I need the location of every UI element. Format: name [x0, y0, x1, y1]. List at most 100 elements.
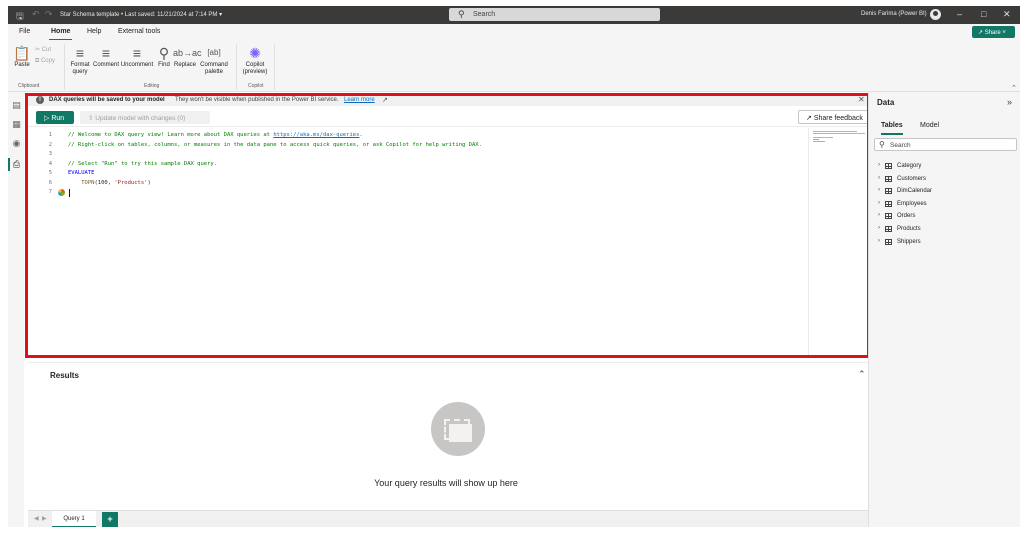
paste-button[interactable]: 📋 Paste: [12, 44, 32, 69]
copilot-group-label: Copilot: [248, 83, 264, 89]
chevron-right-icon[interactable]: ›: [878, 187, 880, 193]
scroll-right-icon[interactable]: ▶: [42, 515, 47, 522]
tab-tables[interactable]: Tables: [881, 122, 903, 135]
chevron-right-icon[interactable]: ›: [878, 162, 880, 168]
data-pane-title: Data: [877, 98, 895, 107]
copilot-label: Copilot (preview): [242, 62, 268, 75]
document-title[interactable]: Star Schema template • Last saved: 11/21…: [60, 11, 222, 18]
close-info-icon[interactable]: ✕: [858, 95, 865, 104]
ribbon-separator: [274, 44, 275, 90]
run-label: Run: [51, 115, 65, 122]
editing-group-label: Editing: [144, 83, 160, 89]
code-line: 2 // Right-click on tables, columns, or m…: [28, 142, 808, 151]
menu-external-tools[interactable]: External tools: [118, 28, 160, 35]
copilot-button[interactable]: ✺ Copilot (preview): [240, 44, 270, 76]
copy-button[interactable]: ⧉ Copy: [35, 58, 55, 65]
close-icon[interactable]: ✕: [1003, 9, 1011, 20]
format-query-icon: ≡: [75, 45, 85, 61]
feedback-icon: ↗: [806, 115, 812, 122]
chevron-down-icon: ˅: [1002, 30, 1006, 36]
view-switcher: ▤ ▦ ◉ ⎙: [8, 92, 24, 527]
add-query-button[interactable]: +: [102, 512, 118, 527]
code-token[interactable]: https://aka.ms/dax-queries: [273, 132, 359, 138]
collapse-results-icon[interactable]: ⌃: [858, 369, 866, 380]
collapse-pane-icon[interactable]: »: [1007, 97, 1012, 107]
comment-button[interactable]: ≡ Comment: [93, 44, 119, 69]
menu-help[interactable]: Help: [87, 28, 101, 35]
tab-query-1[interactable]: Query 1: [52, 511, 96, 527]
minimap-line: [813, 139, 819, 140]
play-icon: ▷: [44, 115, 50, 122]
chevron-right-icon[interactable]: ›: [878, 238, 880, 244]
maximize-icon[interactable]: □: [981, 9, 986, 19]
title-bar: 🖫 ↶ ↷ Star Schema template • Last saved:…: [8, 6, 1020, 24]
line-number: 2: [48, 141, 52, 148]
comment-label: Comment: [93, 62, 120, 68]
learn-more-link[interactable]: Learn more: [344, 97, 375, 103]
data-search-placeholder: Search: [890, 142, 911, 149]
redo-icon[interactable]: ↷: [45, 9, 53, 20]
scroll-left-icon[interactable]: ◀: [34, 515, 39, 522]
line-number: 3: [48, 151, 52, 157]
chevron-right-icon[interactable]: ›: [878, 175, 880, 181]
app-window: 🖫 ↶ ↷ Star Schema template • Last saved:…: [8, 6, 1020, 527]
share-label: Share: [984, 30, 1001, 36]
chevron-right-icon[interactable]: ›: [878, 212, 880, 218]
table-icon: [885, 175, 892, 182]
code-line: 7: [28, 189, 808, 198]
table-name: DimCalendar: [897, 188, 933, 195]
info-bold-text: DAX queries will be saved to your model: [49, 97, 165, 103]
table-name: Products: [897, 226, 921, 232]
text-cursor: [69, 189, 70, 197]
chevron-right-icon[interactable]: ›: [878, 225, 880, 231]
code-token: (100,: [94, 179, 115, 186]
code-token: 'Products': [114, 179, 148, 186]
minimap-line: [813, 141, 825, 142]
menu-home[interactable]: Home: [48, 28, 73, 41]
line-number: 6: [48, 179, 52, 186]
dax-query-view-icon[interactable]: ⎙: [8, 158, 22, 171]
share-feedback-button[interactable]: ↗ Share feedback: [798, 110, 873, 124]
format-query-button[interactable]: ≡ Format query: [68, 44, 92, 76]
undo-icon[interactable]: ↶: [32, 9, 40, 20]
replace-button[interactable]: ab→ac Replace: [173, 44, 202, 69]
copilot-inline-icon[interactable]: [58, 189, 65, 196]
table-view-icon[interactable]: ▦: [11, 119, 22, 130]
line-number: 7: [48, 189, 52, 195]
code-editor[interactable]: 1 // Welcome to DAX query view! Learn mor…: [28, 128, 808, 356]
feedback-label: Share feedback: [813, 115, 863, 122]
avatar[interactable]: [930, 9, 941, 20]
empty-results-text: Your query results will show up here: [374, 478, 518, 488]
update-model-button[interactable]: ⇧ Update model with changes (0): [80, 111, 210, 124]
table-name: Orders: [897, 213, 916, 220]
cut-button[interactable]: ✂ Cut: [35, 46, 51, 53]
run-button[interactable]: ▷ Run: [36, 111, 74, 124]
menu-file[interactable]: File: [19, 28, 30, 35]
ribbon: 📋 Paste ✂ Cut ⧉ Copy Clipboard ≡ Format …: [8, 40, 1020, 92]
minimize-icon[interactable]: –: [957, 9, 962, 19]
results-header: Results ⌃: [28, 362, 868, 380]
command-palette-button[interactable]: [ab] Command palette: [199, 44, 229, 76]
uncomment-button[interactable]: ≡ Uncomment: [120, 44, 154, 69]
save-icon[interactable]: 🖫: [16, 9, 24, 25]
chevron-right-icon[interactable]: ›: [878, 200, 880, 206]
ribbon-separator: [236, 44, 237, 90]
table-icon: [885, 200, 892, 207]
query-toolbar: ▷ Run ⇧ Update model with changes (0) ↗ …: [28, 107, 873, 127]
find-button[interactable]: ⚲ Find: [156, 44, 172, 69]
table-name: Employees: [897, 200, 927, 207]
report-view-icon[interactable]: ▤: [11, 100, 22, 111]
data-search-input[interactable]: ⚲ Search: [874, 138, 1017, 151]
model-view-icon[interactable]: ◉: [11, 138, 22, 149]
query-tabs-bar: ◀ ▶ Query 1 +: [28, 510, 868, 527]
chevron-up-icon[interactable]: ⌃: [1011, 84, 1017, 92]
paste-label: Paste: [14, 62, 30, 68]
cut-label: Cut: [41, 47, 52, 53]
editor-minimap[interactable]: [808, 128, 868, 356]
paste-icon: 📋: [13, 45, 31, 61]
line-number: 1: [48, 132, 52, 138]
tab-model[interactable]: Model: [920, 122, 939, 129]
share-button[interactable]: ↗ Share ˅: [972, 26, 1015, 38]
global-search-box[interactable]: ⚲ Search: [449, 8, 660, 21]
code-token: ): [147, 179, 151, 186]
